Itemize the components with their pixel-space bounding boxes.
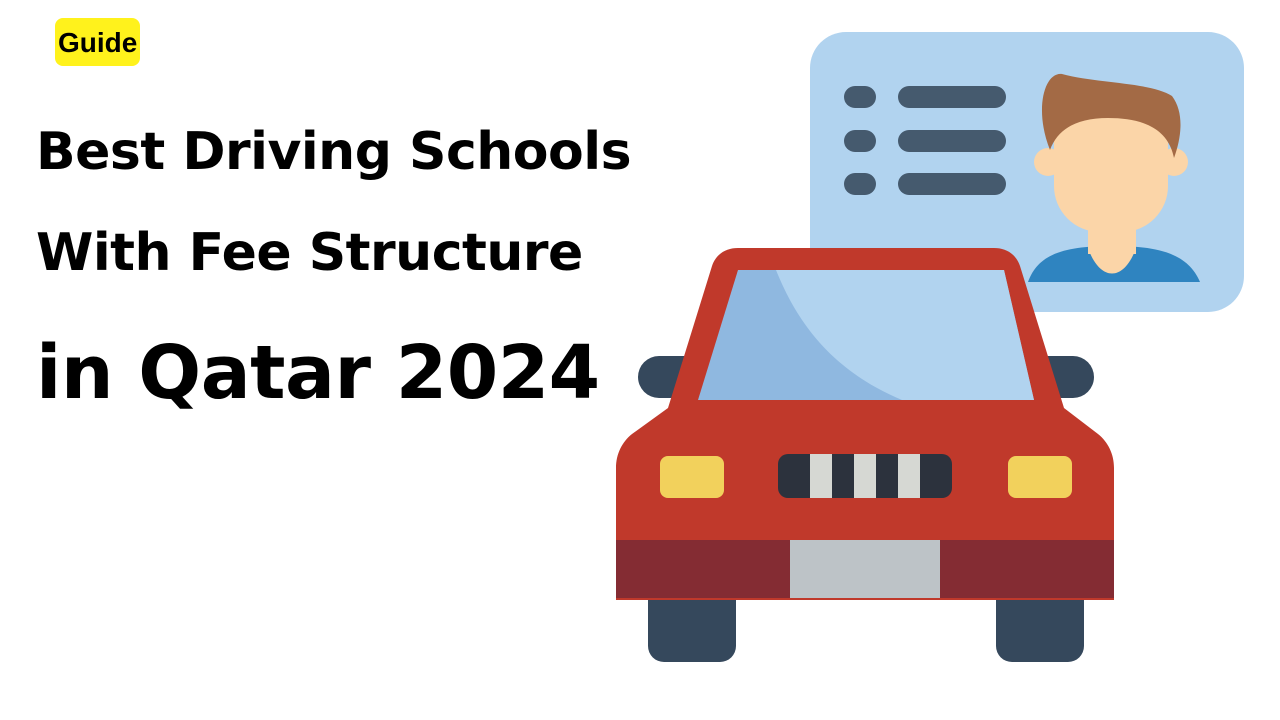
driving-license-car-illustration	[600, 20, 1260, 680]
headline-line-1: Best Driving Schools	[36, 122, 632, 182]
thumbnail-canvas: Guide Best Driving Schools With Fee Stru…	[0, 0, 1280, 720]
headline-line-3: in Qatar 2024	[36, 330, 600, 416]
guide-badge: Guide	[55, 18, 141, 66]
headline-line-2: With Fee Structure	[36, 223, 583, 283]
